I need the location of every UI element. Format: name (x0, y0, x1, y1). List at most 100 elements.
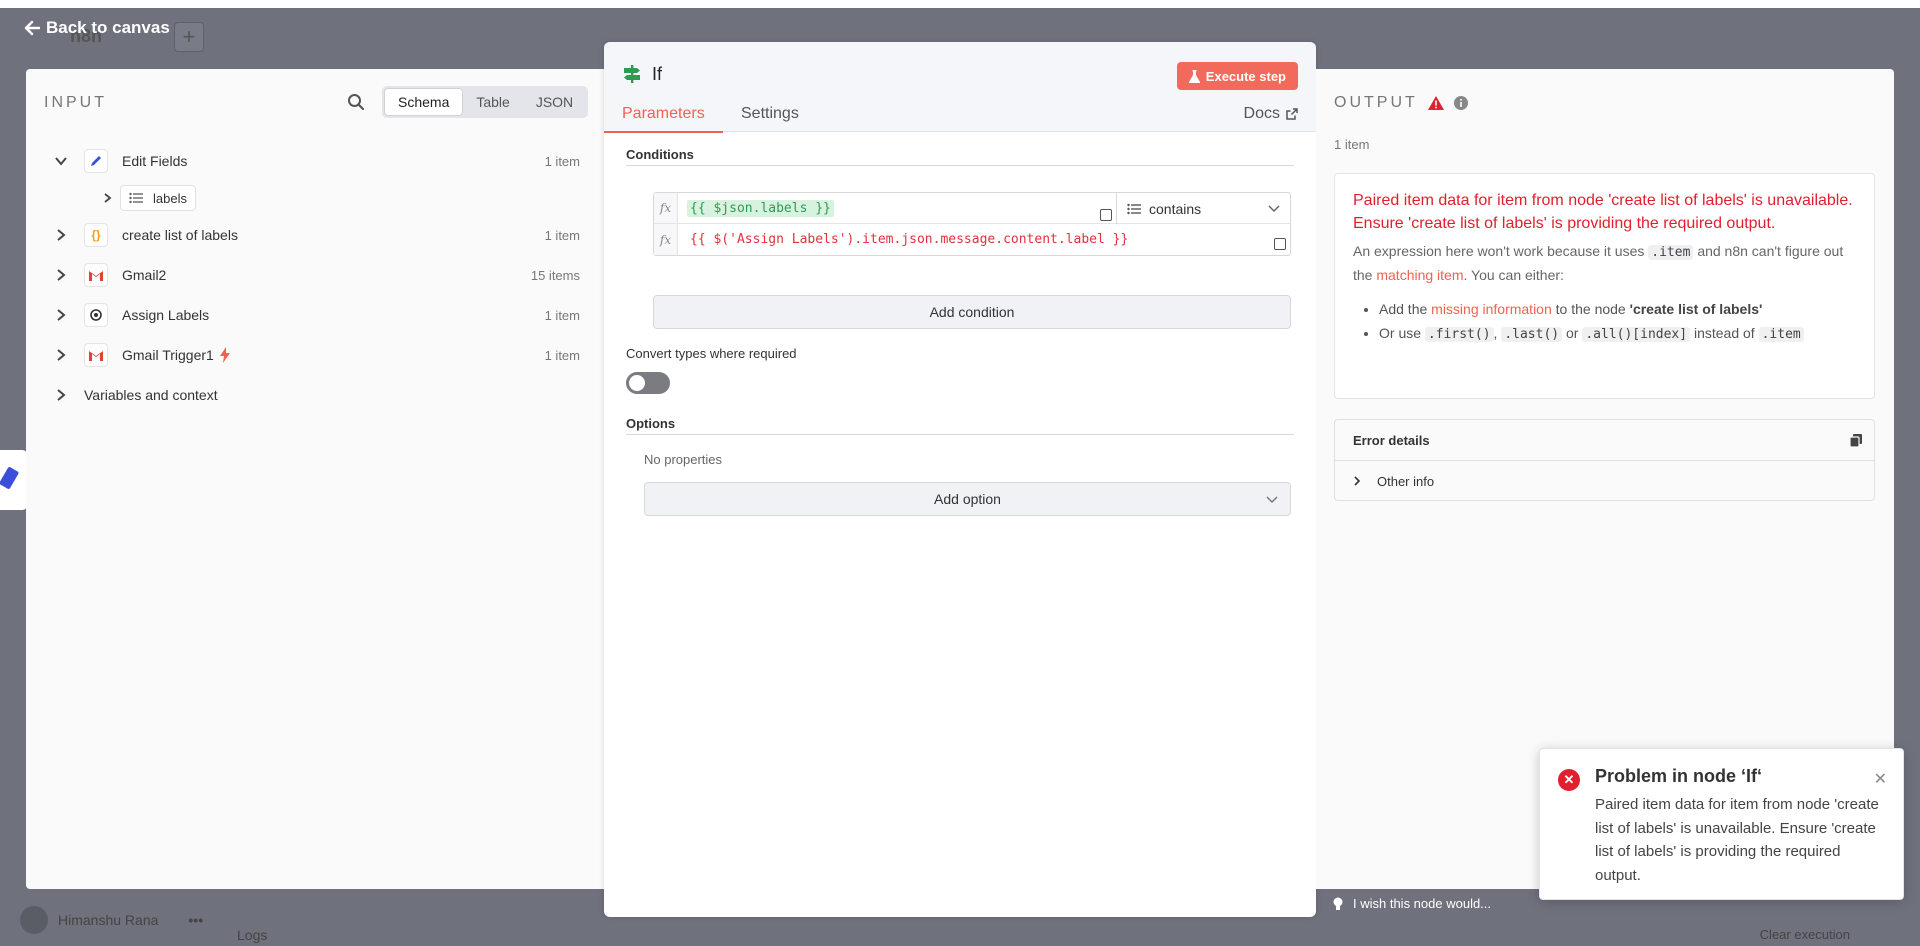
add-option-select[interactable]: Add option (644, 482, 1291, 516)
error-toast: ✕ Problem in node ‘If‘ Paired item data … (1539, 748, 1904, 900)
user-menu-icon: ••• (188, 912, 204, 928)
error-details-label: Error details (1353, 432, 1430, 448)
schema-tree: Edit Fields 1 item labels {} create list… (26, 141, 606, 415)
error-description: An expression here won't work because it… (1353, 243, 1844, 283)
input-title: INPUT (44, 94, 107, 111)
search-icon[interactable] (346, 92, 366, 112)
missing-information-link[interactable]: missing information (1431, 301, 1552, 317)
fx-icon: fx (654, 193, 678, 223)
chevron-right-icon[interactable] (54, 228, 68, 242)
left-value-input[interactable]: {{ $json.labels }} (687, 199, 834, 217)
toast-title: Problem in node ‘If‘ (1595, 766, 1763, 786)
fx-icon: fx (654, 224, 678, 255)
chevron-down-icon (1268, 205, 1280, 213)
condition-right: fx {{ $('Assign Labels').item.json.messa… (654, 224, 1290, 255)
tab-settings[interactable]: Settings (741, 105, 799, 131)
view-schema[interactable]: Schema (384, 88, 464, 116)
docs-link[interactable]: Docs (1244, 105, 1298, 123)
pencil-icon (84, 149, 108, 173)
tree-node-assign-labels[interactable]: Assign Labels 1 item (26, 295, 606, 335)
chevron-right-icon[interactable] (54, 348, 68, 362)
feedback-label: I wish this node would... (1353, 896, 1492, 911)
close-icon[interactable]: ✕ (1874, 769, 1887, 789)
lightning-icon (219, 347, 230, 363)
gmail-icon (84, 263, 108, 287)
node-item-count: 1 item (544, 347, 580, 363)
other-info-label: Other info (1377, 473, 1435, 489)
user-badge: Himanshu Rana ••• (20, 906, 203, 934)
operator-value: contains (1149, 200, 1202, 217)
error-title: Paired item data for item from node 'cre… (1353, 192, 1853, 232)
info-icon[interactable] (1453, 96, 1468, 110)
suggestion-item: Add the missing information to the node … (1379, 297, 1856, 321)
execute-step-button[interactable]: Execute step (1176, 62, 1298, 90)
node-header: If Execute step Parameters Settings Docs (604, 42, 1316, 133)
node-name: Gmail Trigger1 (122, 347, 214, 363)
list-icon (129, 192, 143, 204)
output-item-count: 1 item (1334, 137, 1370, 152)
node-name: Gmail2 (122, 267, 167, 283)
chevron-right-icon[interactable] (54, 388, 68, 402)
toast-body: Paired item data for item from node 'cre… (1595, 796, 1879, 884)
view-json[interactable]: JSON (523, 88, 586, 116)
node-name: create list of labels (122, 227, 238, 243)
logs-label: Logs (237, 927, 268, 943)
error-details-header: Error details (1335, 420, 1874, 461)
docs-label: Docs (1243, 105, 1280, 122)
output-title-text: OUTPUT (1334, 94, 1418, 111)
if-node-icon (624, 65, 640, 83)
tree-node-edit-fields[interactable]: Edit Fields 1 item (26, 141, 606, 181)
error-suggestions: Add the missing information to the node … (1353, 297, 1856, 347)
braces-icon: {} (84, 223, 108, 247)
chevron-down-icon[interactable] (54, 154, 68, 168)
avatar (20, 906, 48, 934)
field-pill[interactable]: labels (120, 185, 196, 211)
tree-node-gmail-trigger[interactable]: Gmail Trigger1 1 item (26, 335, 606, 375)
other-info-toggle[interactable]: Other info (1335, 461, 1874, 501)
node-item-count: 1 item (544, 227, 580, 243)
tree-node-gmail2[interactable]: Gmail2 15 items (26, 255, 606, 295)
node-item-count: 1 item (544, 307, 580, 323)
operator-select[interactable]: contains (1116, 193, 1290, 224)
right-value-input[interactable]: {{ $('Assign Labels').item.json.message.… (687, 231, 1131, 248)
copy-icon[interactable] (1850, 434, 1862, 447)
node-parameters-panel: If Execute step Parameters Settings Docs… (604, 42, 1316, 917)
node-title: If (652, 64, 663, 84)
add-option-label: Add option (934, 491, 1001, 507)
tree-node-create-list[interactable]: {} create list of labels 1 item (26, 215, 606, 255)
conditions-label: Conditions (626, 147, 694, 162)
field-name: labels (153, 190, 187, 206)
expand-editor-icon[interactable] (1100, 209, 1112, 221)
warning-icon (1427, 96, 1444, 110)
add-condition-button[interactable]: Add condition (653, 295, 1291, 329)
back-to-canvas-button[interactable]: Back to canvas (24, 18, 170, 38)
output-title: OUTPUT (1334, 94, 1468, 112)
variables-label: Variables and context (84, 387, 218, 403)
divider (626, 434, 1294, 435)
convert-types-toggle[interactable] (626, 372, 670, 394)
error-card: Paired item data for item from node 'cre… (1334, 173, 1875, 399)
view-mode-toggle: Schema Table JSON (382, 86, 589, 118)
no-properties-text: No properties (644, 452, 723, 467)
canvas-node-stub (0, 450, 28, 510)
back-to-canvas-label: Back to canvas (46, 18, 170, 37)
feedback-link[interactable]: I wish this node would... (1333, 896, 1491, 911)
view-table[interactable]: Table (463, 88, 522, 116)
convert-types-label: Convert types where required (626, 346, 797, 361)
chevron-right-icon[interactable] (100, 191, 114, 205)
input-panel: INPUT Schema Table JSON Edit Fields 1 it… (26, 69, 606, 889)
chevron-right-icon[interactable] (54, 308, 68, 322)
external-link-icon (1286, 108, 1298, 120)
divider (626, 165, 1294, 166)
top-bar (0, 0, 1920, 8)
tab-parameters[interactable]: Parameters (604, 105, 723, 133)
matching-item-link[interactable]: matching item (1376, 267, 1463, 283)
chevron-right-icon[interactable] (54, 268, 68, 282)
condition-left: fx {{ $json.labels }} contains (654, 193, 1290, 224)
flask-icon (1188, 69, 1200, 83)
openai-icon (84, 303, 108, 327)
expand-editor-icon[interactable] (1274, 238, 1286, 250)
node-name: Assign Labels (122, 307, 210, 323)
tree-variables-context[interactable]: Variables and context (26, 375, 606, 415)
tree-field-labels[interactable]: labels (26, 181, 606, 215)
